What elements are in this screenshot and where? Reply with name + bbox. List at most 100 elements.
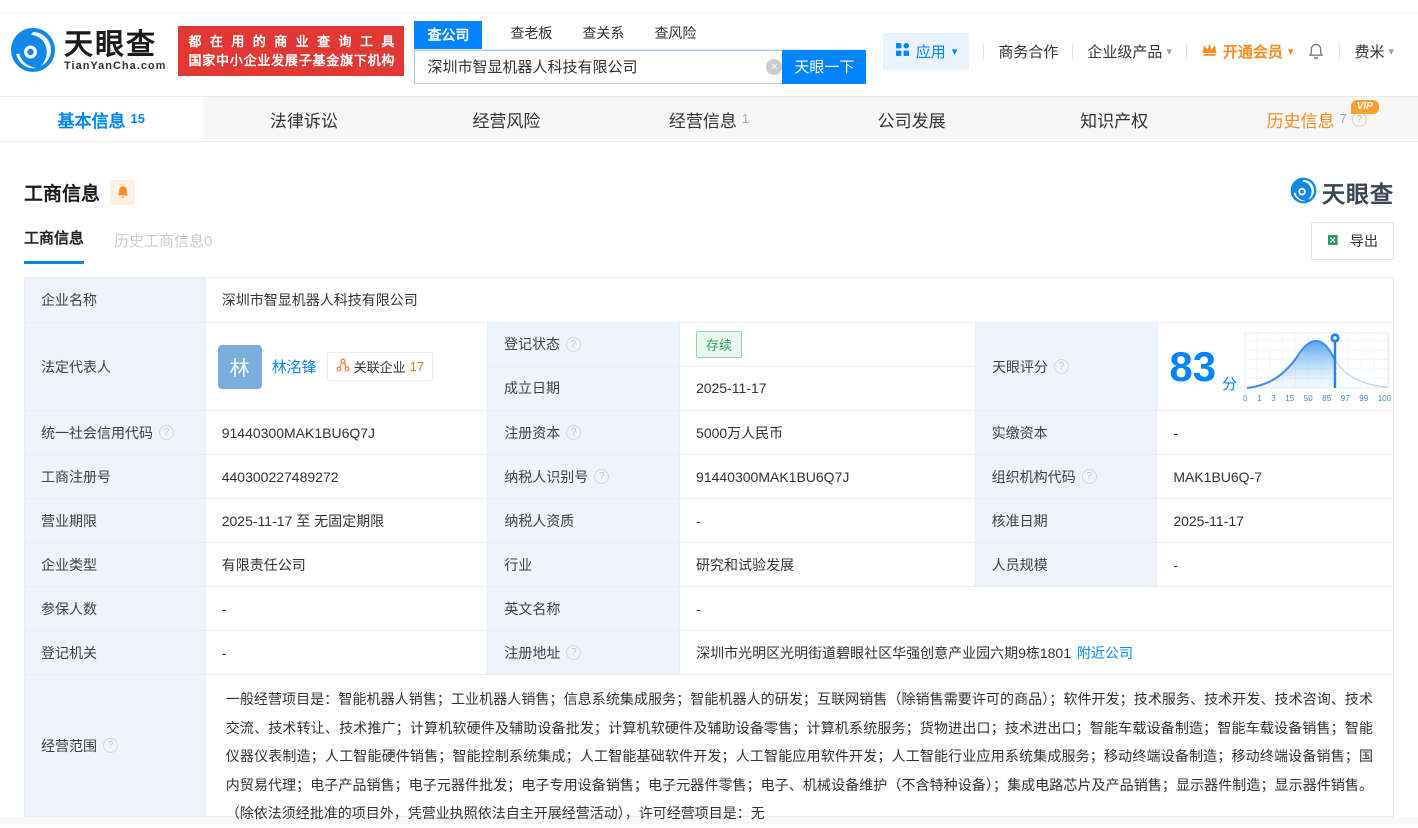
export-button[interactable]: 导出 <box>1311 222 1394 260</box>
apps-menu[interactable]: 应用 ▾ <box>883 33 970 70</box>
field-label: 经营范围 ? <box>25 675 206 816</box>
search-button[interactable]: 天眼一下 <box>782 50 866 84</box>
top-divider <box>0 0 1418 13</box>
field-label: 组织机构代码 ? <box>976 455 1158 498</box>
tab-count: 15 <box>131 111 145 126</box>
search-tab-boss[interactable]: 查老板 <box>508 19 554 49</box>
site-header: 天眼查 TianYanCha.com 都在用的商业查询工具 国家中小企业发展子基… <box>0 13 1418 89</box>
crown-icon <box>1201 42 1218 61</box>
promo-banner: 都在用的商业查询工具 国家中小企业发展子基金旗下机构 <box>178 26 404 76</box>
tab-basic-info[interactable]: 基本信息 15 <box>0 97 203 141</box>
status-date-subgrid: 登记状态 ? 存续 成立日期 2025-11-17 <box>488 323 976 410</box>
excel-icon <box>1327 232 1343 251</box>
apps-grid-icon <box>895 42 910 61</box>
establish-date-value: 2025-11-17 <box>680 367 976 411</box>
search-box: × 天眼一下 <box>414 50 866 84</box>
nav-business-cooperation[interactable]: 商务合作 <box>998 41 1058 62</box>
user-menu[interactable]: 费米 ▾ <box>1354 41 1394 62</box>
company-name-value: 深圳市智显机器人科技有限公司 <box>206 278 1393 322</box>
search-tab-company[interactable]: 查公司 <box>414 21 482 49</box>
clear-search-icon[interactable]: × <box>766 59 782 75</box>
staff-size-value: - <box>1157 543 1393 586</box>
subscribe-bell-icon[interactable] <box>110 180 135 205</box>
field-label: 营业期限 <box>25 499 206 542</box>
help-icon[interactable]: ? <box>566 645 581 660</box>
help-icon[interactable]: ? <box>566 425 581 440</box>
business-info-table: 企业名称 深圳市智显机器人科技有限公司 法定代表人 林 林洺锋 <box>24 277 1394 817</box>
taxpayer-id-value: 91440300MAK1BU6Q7J <box>680 455 976 498</box>
vip-badge: VIP <box>1351 100 1379 114</box>
watermark-logo: 天眼查 <box>1290 175 1394 209</box>
search-area: 查公司 查老板 查关系 查风险 × 天眼一下 <box>414 19 866 84</box>
related-label: 关联企业 <box>354 357 406 376</box>
tab-business-risk[interactable]: 经营风险 <box>405 97 608 141</box>
score-value: 83 <box>1169 346 1216 388</box>
field-label: 成立日期 <box>488 367 680 411</box>
tianyan-score-cell: 83 分 <box>1158 323 1393 410</box>
org-code-value: MAK1BU6Q-7 <box>1157 455 1393 498</box>
search-input[interactable] <box>414 50 792 84</box>
nav-enterprise-products[interactable]: 企业级产品 ▾ <box>1087 41 1172 62</box>
field-label: 参保人数 <box>25 587 206 630</box>
tab-history-info[interactable]: VIP 历史信息 7 ? <box>1215 97 1418 141</box>
table-row-reg-authority: 登记机关 - 注册地址 ? 深圳市光明区光明街道碧眼社区华强创意产业园六期9栋1… <box>25 631 1393 675</box>
nearby-companies-link[interactable]: 附近公司 <box>1077 643 1133 663</box>
tianyancha-logo[interactable]: 天眼查 TianYanCha.com <box>10 27 166 76</box>
chevron-down-icon: ▾ <box>1166 45 1172 58</box>
section-title: 工商信息 <box>24 179 100 206</box>
subtab-history-registration[interactable]: 历史工商信息0 <box>114 230 212 264</box>
subtab-business-registration[interactable]: 工商信息 <box>24 227 84 264</box>
help-icon[interactable]: ? <box>566 337 581 352</box>
subrow-establish-date: 成立日期 2025-11-17 <box>488 367 976 411</box>
help-icon[interactable]: ? <box>594 469 609 484</box>
tab-label: 经营信息 <box>669 107 737 132</box>
business-scope-value: 一般经营项目是：智能机器人销售；工业机器人销售；信息系统集成服务；智能机器人的研… <box>206 675 1393 816</box>
search-tab-risk[interactable]: 查风险 <box>652 19 698 49</box>
nav-divider <box>1072 43 1073 59</box>
field-label: 登记状态 ? <box>488 323 680 366</box>
tab-label: 公司发展 <box>878 107 946 132</box>
related-companies-button[interactable]: 关联企业 17 <box>327 352 433 381</box>
nav-divider <box>983 43 984 59</box>
tab-legal-litigation[interactable]: 法律诉讼 <box>203 97 406 141</box>
field-label: 天眼评分 ? <box>976 323 1158 410</box>
field-label: 人员规模 <box>976 543 1158 586</box>
table-row-insured-count: 参保人数 - 英文名称 - <box>25 587 1393 631</box>
table-row-reg-number: 工商注册号 440300227489272 纳税人识别号 ? 91440300M… <box>25 455 1393 499</box>
apps-label: 应用 <box>916 41 946 62</box>
reg-capital-value: 5000万人民币 <box>680 411 976 454</box>
english-name-value: - <box>680 587 1393 630</box>
field-label: 纳税人识别号 ? <box>488 455 680 498</box>
notification-bell-icon[interactable] <box>1307 42 1325 61</box>
related-count: 17 <box>410 359 424 374</box>
table-row-credit-code: 统一社会信用代码 ? 91440300MAK1BU6Q7J 注册资本 ? 500… <box>25 411 1393 455</box>
avatar[interactable]: 林 <box>218 345 262 389</box>
section-header: 工商信息 天眼查 <box>24 175 1394 209</box>
tab-business-info[interactable]: 经营信息 1 <box>608 97 811 141</box>
chevron-down-icon: ▾ <box>952 45 958 58</box>
main-content: 工商信息 天眼查 工商信息 历史工商信息0 <box>0 175 1418 817</box>
help-icon[interactable]: ? <box>1082 469 1097 484</box>
tab-intellectual-property[interactable]: 知识产权 <box>1013 97 1216 141</box>
field-label: 注册资本 ? <box>488 411 680 454</box>
tab-label: 基本信息 <box>58 107 126 132</box>
reg-number-value: 440300227489272 <box>206 455 489 498</box>
tab-company-development[interactable]: 公司发展 <box>810 97 1013 141</box>
search-tabs: 查公司 查老板 查关系 查风险 <box>414 19 866 50</box>
open-vip-button[interactable]: 开通会员 ▾ <box>1201 41 1294 62</box>
insured-count-value: - <box>206 587 489 630</box>
legal-rep-link[interactable]: 林洺锋 <box>272 356 317 377</box>
nav-divider <box>1339 43 1340 59</box>
approve-date-value: 2025-11-17 <box>1157 499 1393 542</box>
promo-banner-line1: 都在用的商业查询工具 <box>188 32 394 51</box>
score-unit: 分 <box>1222 373 1237 394</box>
help-icon[interactable]: ? <box>159 425 174 440</box>
help-icon[interactable]: ? <box>103 738 118 753</box>
help-icon[interactable]: ? <box>1054 359 1069 374</box>
sub-tab-bar: 工商信息 历史工商信息0 导出 <box>24 226 1394 264</box>
field-label: 英文名称 <box>488 587 680 630</box>
chevron-down-icon: ▾ <box>1288 45 1294 58</box>
nav-divider <box>1186 43 1187 59</box>
field-label: 法定代表人 <box>25 323 206 410</box>
search-tab-relation[interactable]: 查关系 <box>580 19 626 49</box>
